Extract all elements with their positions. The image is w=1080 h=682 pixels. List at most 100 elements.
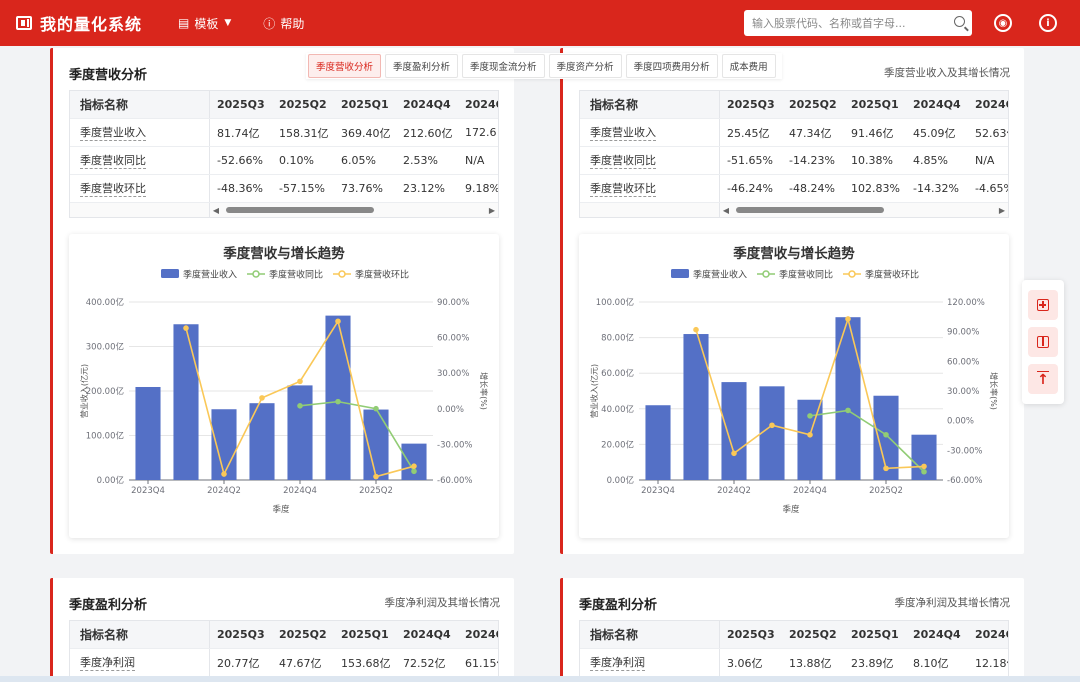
- series-line: [809, 409, 925, 473]
- info-icon[interactable]: i: [1039, 14, 1057, 32]
- y2-tick-label: 90.00%: [947, 328, 979, 338]
- table-header-row: 指标名称 2025Q3 2025Q2 2025Q1 2024Q4 2024Q: [580, 621, 1008, 649]
- table-cell: 47.34亿: [789, 126, 832, 140]
- metric-name[interactable]: 季度净利润: [80, 654, 135, 671]
- column-header: 2025Q2: [279, 628, 327, 641]
- y-tick-label: 400.00亿: [86, 297, 124, 308]
- metric-name-cell: 季度营收环比: [580, 175, 720, 202]
- scroll-left-icon[interactable]: ◀: [210, 206, 222, 215]
- line-point: [883, 465, 889, 472]
- revenue-card-right: 季度营业收入及其增长情况 指标名称 2025Q3 2025Q2 2025Q1 2024Q…: [560, 48, 1024, 554]
- line-point: [335, 318, 341, 325]
- metric-name-cell: 季度营业收入: [70, 119, 210, 146]
- table-cell: 8.10亿: [913, 656, 949, 670]
- line-point: [373, 473, 379, 480]
- table-cell: 52.63亿: [975, 126, 1008, 140]
- horizontal-scrollbar[interactable]: [0, 676, 1080, 682]
- y-tick-label: 60.00亿: [601, 368, 634, 379]
- x-tick-label: 2024Q2: [717, 486, 751, 496]
- logo[interactable]: 我的量化系统: [16, 11, 142, 35]
- table-header-row: 指标名称 2025Q3 2025Q2 2025Q1 2024Q4 2024Q: [580, 91, 1008, 119]
- y-axis-title: 营业收入(亿元): [79, 364, 89, 418]
- back-to-top-button[interactable]: ↑: [1028, 364, 1058, 394]
- metric-name[interactable]: 季度营收同比: [590, 152, 656, 169]
- y2-tick-label: 0.00%: [947, 417, 974, 427]
- nav-help[interactable]: ⓘ 帮助: [263, 15, 304, 32]
- metric-name[interactable]: 季度净利润: [590, 654, 645, 671]
- column-header: 2025Q3: [727, 98, 775, 111]
- metric-name-cell: 季度净利润: [580, 649, 720, 676]
- column-header: 指标名称: [70, 91, 210, 118]
- line-point: [411, 463, 417, 469]
- table-row: 季度营收环比 -46.24% -48.24% 102.83% -14.32% -4.65%: [580, 175, 1008, 203]
- line-point: [807, 432, 813, 438]
- metric-name[interactable]: 季度营收环比: [590, 180, 656, 197]
- table-cell: 91.46亿: [851, 126, 894, 140]
- card-subtitle: 季度净利润及其增长情况: [384, 597, 501, 609]
- bar: [645, 405, 671, 480]
- bar: [401, 443, 427, 480]
- revenue-card-left: 季度营收分析 指标名称 2025Q3 2025Q2 2025Q1 2024Q4 2024Q…: [50, 48, 514, 554]
- search-input[interactable]: [752, 11, 950, 35]
- table-scrollbar[interactable]: ◀ ▶: [580, 203, 1008, 217]
- bar: [325, 315, 351, 480]
- logo-icon: [16, 16, 32, 30]
- tab-expenses[interactable]: 季度四项费用分析: [625, 54, 718, 78]
- tab-revenue[interactable]: 季度营收分析: [308, 54, 382, 78]
- line-point: [731, 450, 737, 457]
- metric-name[interactable]: 季度营业收入: [590, 124, 656, 141]
- line-point: [373, 405, 379, 412]
- table-cell: 23.89亿: [851, 656, 894, 670]
- y2-tick-label: 0.00%: [437, 405, 464, 415]
- table-scrollbar[interactable]: ◀ ▶: [70, 203, 498, 217]
- table-cell: 153.68亿: [341, 656, 391, 670]
- line-point: [297, 402, 303, 409]
- scrollbar-thumb[interactable]: [736, 207, 884, 213]
- profit-table: 指标名称 2025Q3 2025Q2 2025Q1 2024Q4 2024Q 季度净利润 3.…: [579, 620, 1009, 678]
- scrollbar-spacer: [70, 203, 210, 217]
- y2-tick-label: -60.00%: [437, 476, 472, 486]
- legend-label: 季度营收同比: [269, 269, 323, 281]
- scroll-right-icon[interactable]: ▶: [486, 206, 498, 215]
- table-row: 季度净利润 3.06亿 13.88亿 23.89亿 8.10亿 12.18亿: [580, 649, 1008, 677]
- help-icon: ⓘ: [263, 16, 276, 31]
- tab-cost[interactable]: 成本费用: [721, 54, 776, 78]
- metric-name[interactable]: 季度营业收入: [80, 124, 146, 141]
- line-point: [297, 378, 303, 385]
- tab-profit[interactable]: 季度盈利分析: [385, 54, 459, 78]
- line-point: [807, 413, 813, 419]
- y2-tick-label: -30.00%: [947, 446, 982, 456]
- column-header: 2025Q3: [217, 98, 265, 111]
- metric-name[interactable]: 季度营收环比: [80, 180, 146, 197]
- legend-swatch-dot: [762, 270, 770, 278]
- card-subtitle: 季度营业收入及其增长情况: [884, 67, 1010, 79]
- x-tick-label: 2023Q4: [131, 486, 165, 496]
- tab-assets[interactable]: 季度资产分析: [548, 54, 622, 78]
- bar: [759, 386, 785, 480]
- y-tick-label: 80.00亿: [601, 333, 634, 344]
- scrollbar-thumb[interactable]: [226, 207, 374, 213]
- tab-cashflow[interactable]: 季度现金流分析: [462, 54, 545, 78]
- profit-table: 指标名称 2025Q3 2025Q2 2025Q1 2024Q4 2024Q 季度净利润 20…: [69, 620, 499, 678]
- scroll-right-icon[interactable]: ▶: [996, 206, 1008, 215]
- scroll-left-icon[interactable]: ◀: [720, 206, 732, 215]
- search-icon[interactable]: [954, 16, 965, 27]
- x-tick-label: 2025Q2: [359, 486, 393, 496]
- revenue-table: 指标名称 2025Q3 2025Q2 2025Q1 2024Q4 2024Q 季度营业收入 2…: [579, 90, 1009, 218]
- settings-eye-icon[interactable]: ◉: [994, 14, 1012, 32]
- metric-name[interactable]: 季度营收同比: [80, 152, 146, 169]
- table-cell: -51.65%: [727, 154, 773, 167]
- bar: [211, 409, 237, 480]
- nav-template[interactable]: ▤ 模板 ▼: [178, 15, 231, 32]
- compare-button[interactable]: [1028, 327, 1058, 357]
- table-cell: 172.6: [465, 126, 497, 139]
- add-button[interactable]: [1028, 290, 1058, 320]
- table-cell: 10.38%: [851, 154, 893, 167]
- nav-template-label: 模板: [194, 16, 219, 31]
- bar: [135, 386, 161, 480]
- x-tick-label: 2023Q4: [641, 486, 675, 496]
- main-nav: ▤ 模板 ▼ ⓘ 帮助: [178, 15, 336, 32]
- x-tick-label: 2025Q2: [869, 486, 903, 496]
- y-tick-label: 200.00亿: [86, 386, 124, 397]
- bar: [363, 409, 389, 480]
